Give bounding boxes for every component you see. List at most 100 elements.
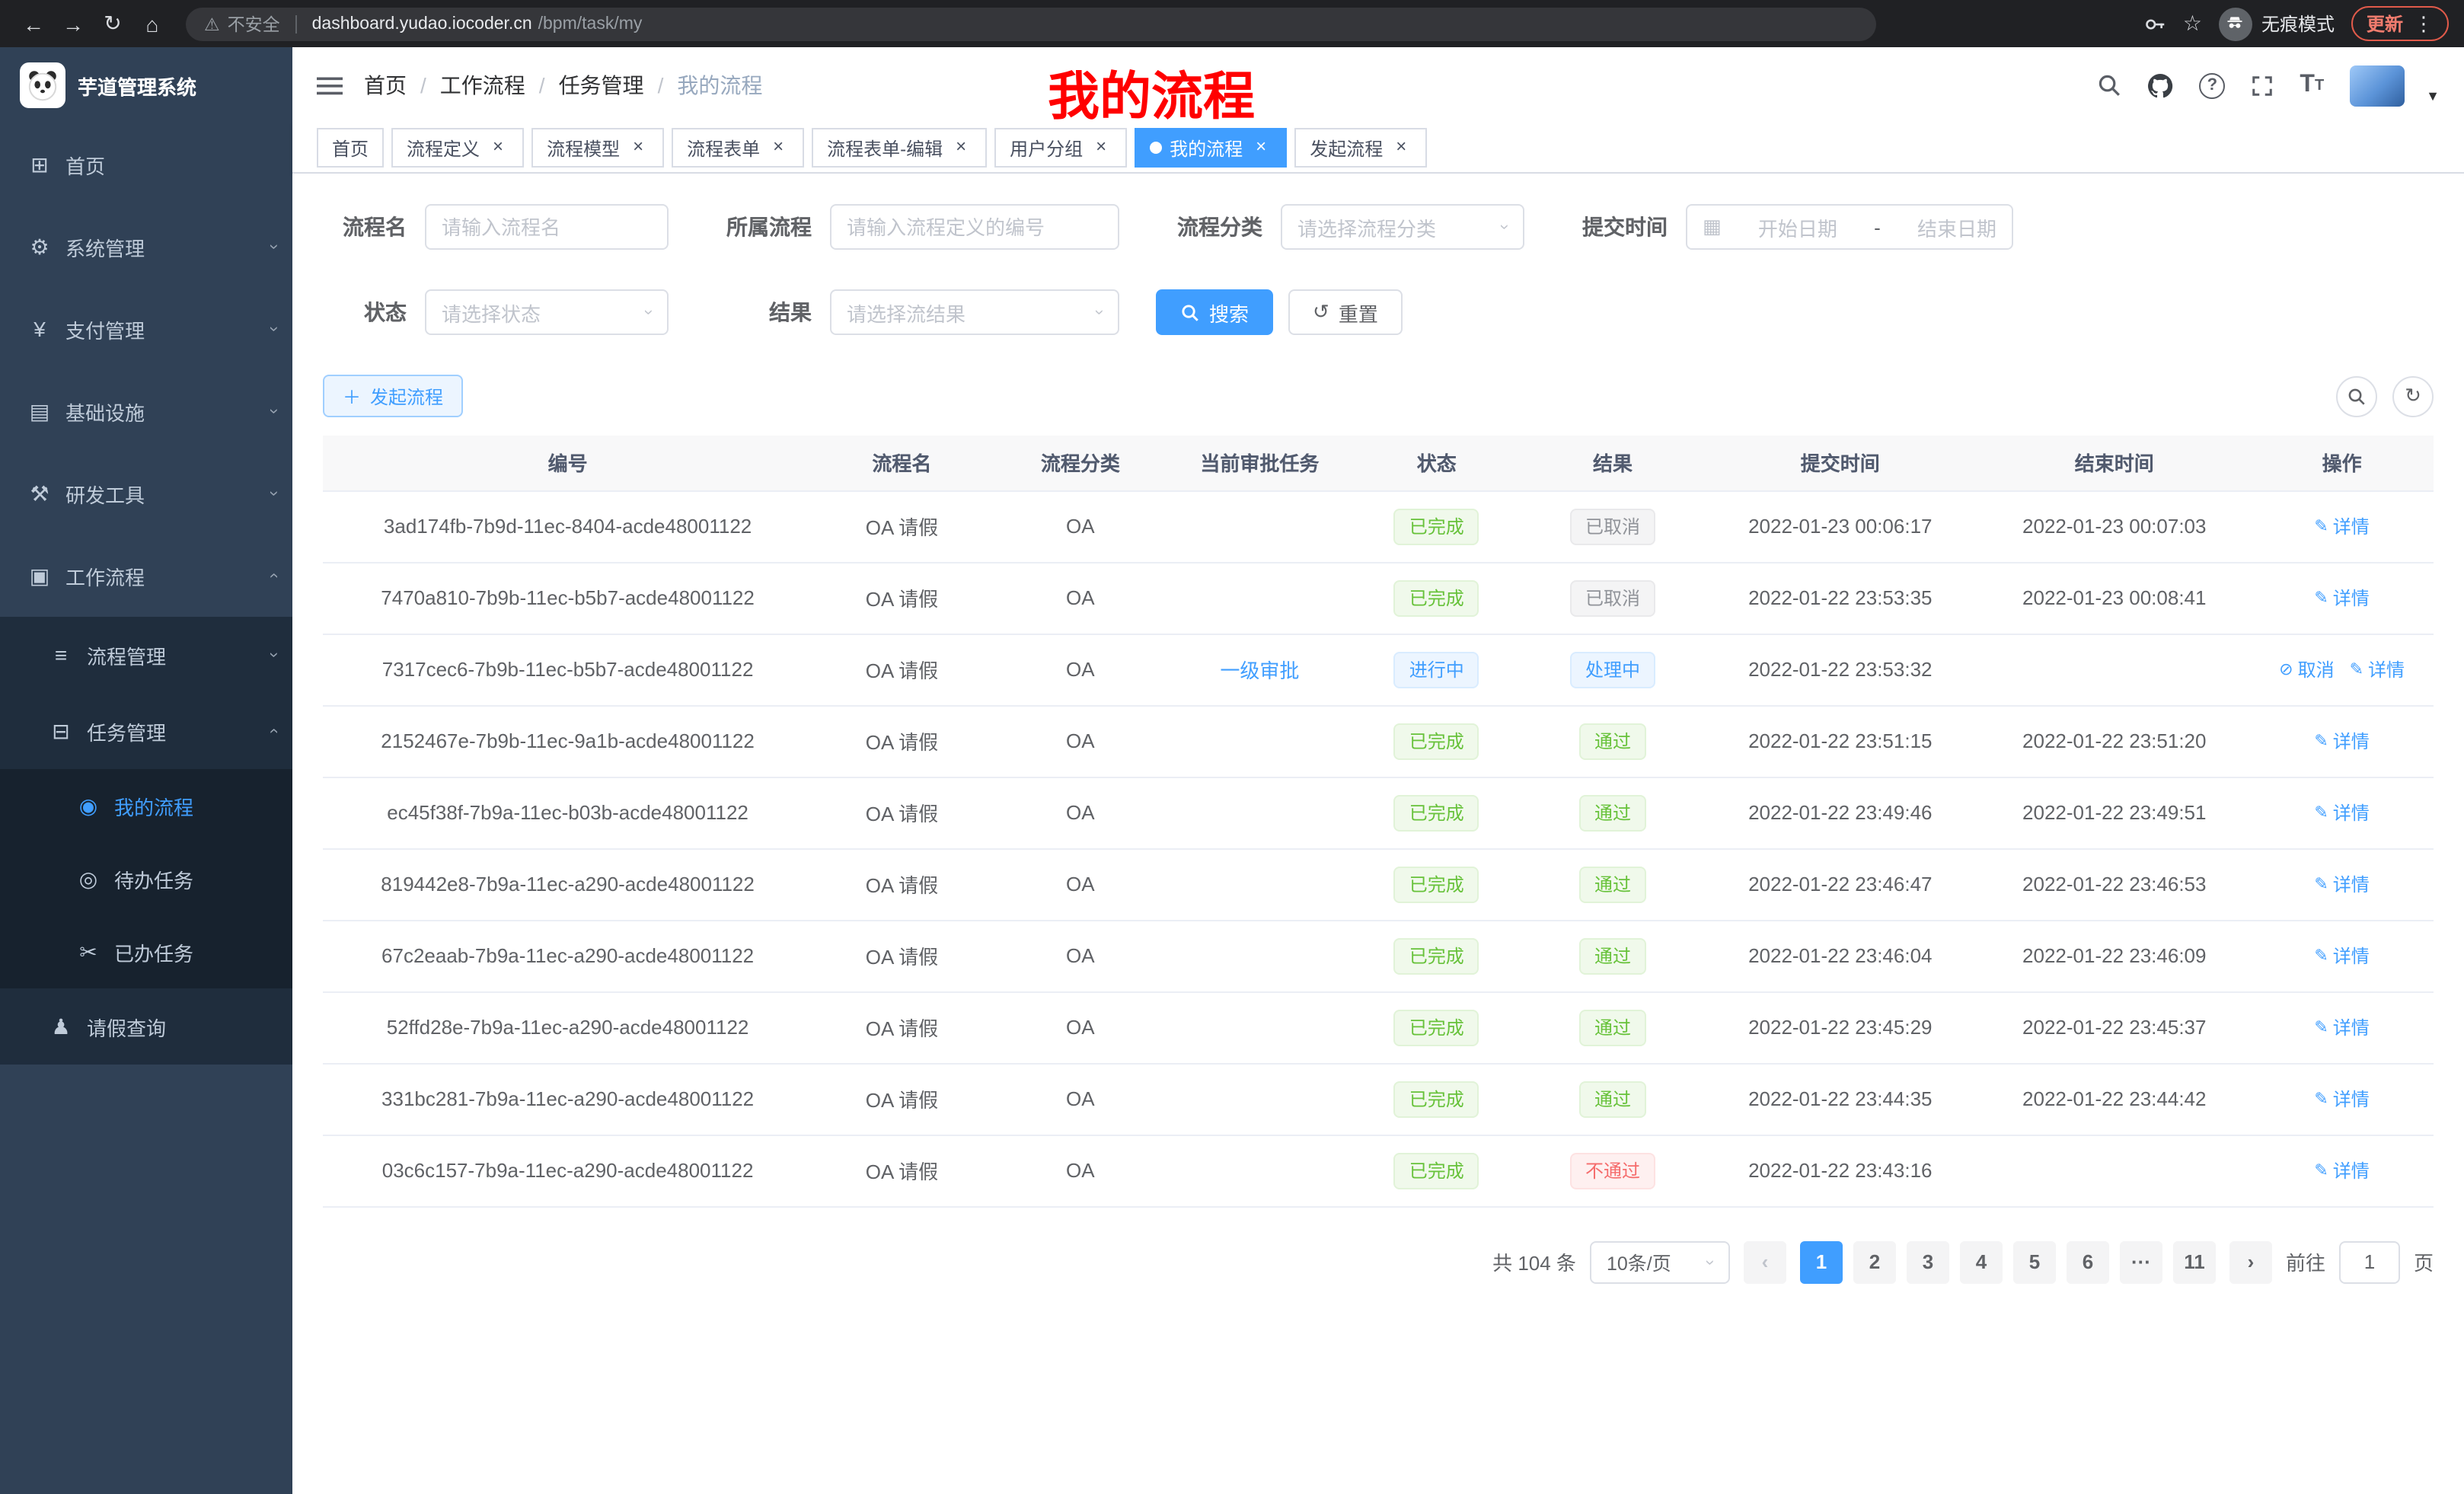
security-chip[interactable]: ⚠ 不安全 — [204, 11, 280, 36]
bookmark-star-icon[interactable]: ☆ — [2183, 11, 2202, 37]
next-page-button[interactable]: › — [2229, 1240, 2272, 1283]
close-icon[interactable]: × — [950, 137, 972, 158]
table-row: 331bc281-7b9a-11ec-a290-acde48001122OA 请… — [323, 1063, 2434, 1135]
table-row: 7317cec6-7b9b-11ec-b5b7-acde48001122OA 请… — [323, 634, 2434, 705]
avatar-caret-icon[interactable]: ▼ — [2426, 88, 2440, 103]
detail-action-link[interactable]: ✎详情 — [2314, 728, 2369, 754]
process-id-input[interactable] — [830, 204, 1119, 250]
page-button[interactable]: 11 — [2173, 1240, 2216, 1283]
update-button[interactable]: 更新 ⋮ — [2351, 6, 2449, 41]
yen-icon: ¥ — [27, 317, 52, 341]
page-size-select[interactable]: 10条/页 › — [1590, 1240, 1730, 1283]
status-select[interactable]: 请选择状态 › — [425, 289, 669, 335]
fullscreen-icon[interactable] — [2251, 74, 2274, 97]
detail-action-link[interactable]: ✎详情 — [2314, 1014, 2369, 1040]
current-task-link[interactable]: 一级审批 — [1220, 659, 1299, 682]
password-key-icon[interactable] — [2145, 13, 2166, 34]
sidebar-item-done-task[interactable]: ✂已办任务 — [0, 915, 292, 988]
row-end-time: 2022-01-23 00:08:41 — [1978, 562, 2250, 634]
tab-label: 我的流程 — [1170, 135, 1243, 161]
row-process-name: OA 请假 — [812, 1063, 991, 1135]
show-search-icon[interactable] — [2336, 375, 2377, 417]
column-header: 状态 — [1350, 436, 1524, 490]
sidebar-item-todo-task[interactable]: ◎待办任务 — [0, 842, 292, 915]
browser-home-button[interactable]: ⌂ — [134, 5, 171, 42]
close-icon[interactable]: × — [1390, 137, 1412, 158]
page-button[interactable]: 6 — [2067, 1240, 2109, 1283]
sidebar-item-workflow[interactable]: ▣工作流程› — [0, 535, 292, 617]
row-id: 819442e8-7b9a-11ec-a290-acde48001122 — [323, 848, 812, 920]
detail-action-link[interactable]: ✎详情 — [2314, 1086, 2369, 1112]
browser-menu-icon[interactable]: ⋮ — [2414, 11, 2434, 36]
sidebar-item-leave-query[interactable]: ♟请假查询 — [0, 988, 292, 1065]
search-button[interactable]: 搜索 — [1156, 289, 1273, 335]
row-end-time — [1978, 1135, 2250, 1206]
navbar: 首页/工作流程/任务管理/我的流程 我的流程 ? TT ▼ — [292, 47, 2464, 123]
tab-用户分组[interactable]: 用户分组× — [994, 128, 1127, 168]
sidebar-item-my-process[interactable]: ◉我的流程 — [0, 769, 292, 842]
tab-流程模型[interactable]: 流程模型× — [531, 128, 664, 168]
refresh-table-icon[interactable]: ↻ — [2392, 375, 2434, 417]
close-icon[interactable]: × — [768, 137, 789, 158]
page-button[interactable]: 3 — [1907, 1240, 1949, 1283]
status-badge: 已完成 — [1394, 1009, 1479, 1045]
process-name-input[interactable] — [425, 204, 669, 250]
pagination-ellipsis[interactable]: ··· — [2120, 1240, 2162, 1283]
cancel-action-link[interactable]: ⊘取消 — [2279, 656, 2334, 682]
detail-action-link[interactable]: ✎详情 — [2314, 1157, 2369, 1183]
sidebar-item-task-mgmt[interactable]: ⊟任务管理› — [0, 693, 292, 769]
breadcrumb-item[interactable]: 工作流程 — [440, 70, 525, 101]
list-icon: ≡ — [49, 643, 73, 667]
reset-button[interactable]: ↺ 重置 — [1288, 289, 1403, 335]
category-select[interactable]: 请选择流程分类 › — [1281, 204, 1524, 250]
table-row: 7470a810-7b9b-11ec-b5b7-acde48001122OA 请… — [323, 562, 2434, 634]
page-button[interactable]: 5 — [2013, 1240, 2056, 1283]
tab-我的流程[interactable]: 我的流程 × — [1135, 128, 1287, 168]
sidebar-item-system[interactable]: ⚙系统管理› — [0, 206, 292, 288]
sidebar-item-devtools[interactable]: ⚒研发工具› — [0, 452, 292, 535]
start-process-button[interactable]: ＋ 发起流程 — [323, 375, 463, 417]
close-icon[interactable]: × — [487, 137, 509, 158]
detail-action-link[interactable]: ✎详情 — [2314, 871, 2369, 897]
sidebar-item-infra[interactable]: ▤基础设施› — [0, 370, 292, 452]
address-bar[interactable]: ⚠ 不安全 dashboard.yudao.iocoder.cn/bpm/tas… — [186, 7, 1876, 40]
detail-action-link[interactable]: ✎详情 — [2314, 943, 2369, 969]
detail-action-link[interactable]: ✎详情 — [2314, 513, 2369, 539]
search-icon[interactable] — [2097, 73, 2121, 97]
avatar[interactable] — [2350, 65, 2405, 106]
detail-action-link[interactable]: ✎详情 — [2350, 656, 2405, 682]
prev-page-button[interactable]: ‹ — [1744, 1240, 1786, 1283]
goto-page-input[interactable] — [2339, 1240, 2400, 1283]
hamburger-icon[interactable] — [317, 72, 343, 98]
help-icon[interactable]: ? — [2199, 72, 2225, 98]
result-select[interactable]: 请选择流结果 › — [830, 289, 1119, 335]
sidebar-item-home[interactable]: ⊞首页 — [0, 123, 292, 206]
submit-time-range-picker[interactable]: ▦ 开始日期 - 结束日期 — [1686, 204, 2013, 250]
column-header: 结果 — [1524, 436, 1702, 490]
font-size-icon[interactable]: TT — [2300, 72, 2324, 99]
breadcrumb-item[interactable]: 任务管理 — [559, 70, 644, 101]
close-icon[interactable]: × — [1250, 137, 1272, 158]
browser-reload-button[interactable]: ↻ — [94, 5, 131, 42]
close-icon[interactable]: × — [1090, 137, 1112, 158]
tab-发起流程[interactable]: 发起流程× — [1294, 128, 1427, 168]
github-icon[interactable] — [2147, 72, 2173, 98]
tab-首页[interactable]: 首页 — [317, 128, 384, 168]
sidebar-item-payment[interactable]: ¥支付管理› — [0, 288, 292, 370]
detail-action-link[interactable]: ✎详情 — [2314, 585, 2369, 611]
browser-forward-button[interactable]: → — [55, 5, 91, 42]
browser-back-button[interactable]: ← — [15, 5, 52, 42]
sidebar-item-process-mgmt[interactable]: ≡流程管理› — [0, 617, 292, 693]
page-button[interactable]: 4 — [1960, 1240, 2003, 1283]
row-current-task — [1170, 848, 1350, 920]
page-button[interactable]: 2 — [1853, 1240, 1896, 1283]
tab-流程表单[interactable]: 流程表单× — [672, 128, 804, 168]
detail-action-link[interactable]: ✎详情 — [2314, 800, 2369, 825]
tab-流程表单-编辑[interactable]: 流程表单-编辑× — [812, 128, 987, 168]
page-button[interactable]: 1 — [1800, 1240, 1843, 1283]
row-actions: ✎详情 — [2250, 705, 2434, 777]
breadcrumb-item[interactable]: 首页 — [364, 70, 407, 101]
tab-流程定义[interactable]: 流程定义× — [391, 128, 524, 168]
close-icon[interactable]: × — [627, 137, 649, 158]
logo[interactable]: 芋道管理系统 — [0, 47, 292, 123]
